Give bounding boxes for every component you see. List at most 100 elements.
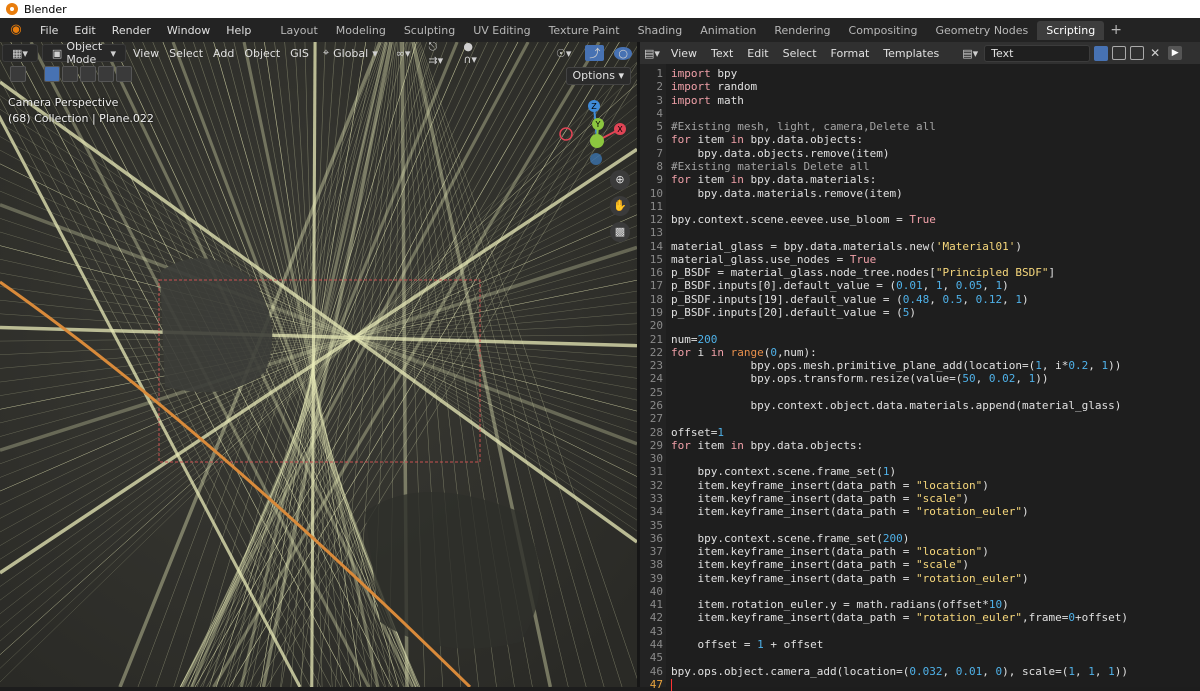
viewport-menu-view[interactable]: View bbox=[128, 44, 164, 62]
code-line[interactable]: 13 bbox=[640, 226, 1200, 239]
text-menu-view[interactable]: View bbox=[664, 47, 704, 60]
code-line[interactable]: 9 for item in bpy.data.materials: bbox=[640, 173, 1200, 186]
gizmo-neg-z-handle[interactable] bbox=[590, 153, 602, 165]
camera-view-icon[interactable]: ▩ bbox=[610, 222, 630, 242]
fake-user-shield-icon[interactable] bbox=[1094, 45, 1109, 61]
code-line[interactable]: 16 p_BSDF = material_glass.node_tree.node… bbox=[640, 266, 1200, 279]
blender-menu-icon[interactable]: ◉ bbox=[8, 22, 24, 38]
tab-animation[interactable]: Animation bbox=[691, 21, 765, 40]
code-line[interactable]: 31 bpy.context.scene.frame_set(1) bbox=[640, 465, 1200, 478]
code-line[interactable]: 30 bbox=[640, 452, 1200, 465]
select-extend-icon[interactable] bbox=[62, 66, 78, 82]
code-line[interactable]: 38 item.keyframe_insert(data_path = "sca… bbox=[640, 558, 1200, 571]
code-area[interactable]: 1 import bpy 2 import random 3 import math 4 5 #… bbox=[640, 64, 1200, 691]
text-browse-icon[interactable]: ▤▾ bbox=[958, 47, 982, 60]
add-workspace-button[interactable]: + bbox=[1104, 22, 1128, 38]
close-icon[interactable]: ✕ bbox=[1150, 46, 1160, 60]
viewport-menu-object[interactable]: Object bbox=[239, 44, 285, 62]
text-editor[interactable]: ▤▾ View Text Edit Select Format Template… bbox=[640, 42, 1200, 691]
tab-rendering[interactable]: Rendering bbox=[765, 21, 839, 40]
code-line[interactable]: 11 bbox=[640, 200, 1200, 213]
viewport-menu-gis[interactable]: GIS bbox=[285, 44, 314, 62]
code-line[interactable]: 25 bbox=[640, 386, 1200, 399]
code-line[interactable]: 37 item.keyframe_insert(data_path = "loc… bbox=[640, 545, 1200, 558]
tab-sculpting[interactable]: Sculpting bbox=[395, 21, 464, 40]
code-line[interactable]: 21 num=200 bbox=[640, 333, 1200, 346]
code-line[interactable]: 41 item.rotation_euler.y = math.radians(… bbox=[640, 598, 1200, 611]
pivot-button[interactable]: ∞▾ bbox=[387, 44, 420, 62]
code-line[interactable]: 12 bpy.context.scene.eevee.use_bloom = Tr… bbox=[640, 213, 1200, 226]
tab-layout[interactable]: Layout bbox=[271, 21, 326, 40]
proportional-edit-button[interactable]: ● ∩▾ bbox=[454, 42, 489, 66]
code-line[interactable]: 8 #Existing materials Delete all bbox=[640, 160, 1200, 173]
gizmo-neg-x-handle[interactable] bbox=[559, 127, 573, 141]
code-line[interactable]: 7 bpy.data.objects.remove(item) bbox=[640, 147, 1200, 160]
viewport-menu-select[interactable]: Select bbox=[164, 44, 208, 62]
zoom-icon[interactable]: ⊕ bbox=[610, 170, 630, 190]
tab-texture-paint[interactable]: Texture Paint bbox=[540, 21, 629, 40]
code-line[interactable]: 27 bbox=[640, 412, 1200, 425]
code-line[interactable]: 43 bbox=[640, 625, 1200, 638]
mode-select[interactable]: ▣ Object Mode ▾ bbox=[41, 42, 126, 66]
code-line[interactable]: 35 bbox=[640, 519, 1200, 532]
text-menu-edit[interactable]: Edit bbox=[740, 47, 775, 60]
menu-file[interactable]: File bbox=[32, 24, 66, 37]
code-line[interactable]: 42 item.keyframe_insert(data_path = "rot… bbox=[640, 611, 1200, 624]
code-line[interactable]: 26 bpy.context.object.data.materials.app… bbox=[640, 399, 1200, 412]
code-line[interactable]: 44 offset = 1 + offset bbox=[640, 638, 1200, 651]
code-line[interactable]: 40 bbox=[640, 585, 1200, 598]
overlay-button[interactable]: ○ bbox=[609, 44, 637, 62]
code-line[interactable]: 19 p_BSDF.inputs[20].default_value = (5) bbox=[640, 306, 1200, 319]
menu-render[interactable]: Render bbox=[104, 24, 159, 37]
editor-type-icon[interactable]: ▤▾ bbox=[640, 47, 664, 60]
code-line[interactable]: 14 material_glass = bpy.data.materials.ne… bbox=[640, 240, 1200, 253]
code-line[interactable]: 22 for i in range(0,num): bbox=[640, 346, 1200, 359]
tab-modeling[interactable]: Modeling bbox=[327, 21, 395, 40]
code-line[interactable]: 2 import random bbox=[640, 80, 1200, 93]
snap-button[interactable]: ⎋ ⇉▾ bbox=[419, 42, 454, 67]
code-line[interactable]: 4 bbox=[640, 107, 1200, 120]
duplicate-text-icon[interactable] bbox=[1112, 46, 1127, 60]
run-script-icon[interactable]: ▶ bbox=[1168, 46, 1183, 60]
tab-shading[interactable]: Shading bbox=[629, 21, 692, 40]
tool-select-icon[interactable] bbox=[10, 66, 26, 82]
editor-type-button[interactable]: ▦▾ bbox=[2, 44, 38, 62]
gizmo-toggle-button[interactable]: ⤴ bbox=[580, 44, 609, 62]
text-menu-select[interactable]: Select bbox=[776, 47, 824, 60]
tab-uv-editing[interactable]: UV Editing bbox=[464, 21, 539, 40]
open-text-icon[interactable] bbox=[1130, 46, 1145, 60]
menu-help[interactable]: Help bbox=[218, 24, 259, 37]
options-dropdown[interactable]: Options ▾ bbox=[565, 67, 631, 85]
viewport-menu-add[interactable]: Add bbox=[208, 44, 239, 62]
text-menu-text[interactable]: Text bbox=[704, 47, 740, 60]
code-line[interactable]: 5 #Existing mesh, light, camera,Delete al… bbox=[640, 120, 1200, 133]
text-menu-templates[interactable]: Templates bbox=[876, 47, 946, 60]
code-line[interactable]: 45 bbox=[640, 651, 1200, 664]
select-intersect-icon[interactable] bbox=[116, 66, 132, 82]
text-menu-format[interactable]: Format bbox=[824, 47, 877, 60]
visibility-button[interactable]: ☉▾ bbox=[547, 44, 580, 62]
code-line[interactable]: 20 bbox=[640, 319, 1200, 332]
code-line[interactable]: 29 for item in bpy.data.objects: bbox=[640, 439, 1200, 452]
code-line[interactable]: 34 item.keyframe_insert(data_path = "rot… bbox=[640, 505, 1200, 518]
code-line[interactable]: 36 bpy.context.scene.frame_set(200) bbox=[640, 532, 1200, 545]
text-datablock-name[interactable]: Text bbox=[984, 44, 1091, 62]
code-line[interactable]: 33 item.keyframe_insert(data_path = "sca… bbox=[640, 492, 1200, 505]
select-subtract-icon[interactable] bbox=[80, 66, 96, 82]
pan-hand-icon[interactable]: ✋ bbox=[610, 196, 630, 216]
code-line[interactable]: 3 import math bbox=[640, 94, 1200, 107]
code-line[interactable]: 17 p_BSDF.inputs[0].default_value = (0.01… bbox=[640, 279, 1200, 292]
tab-compositing[interactable]: Compositing bbox=[840, 21, 927, 40]
code-line[interactable]: 15 material_glass.use_nodes = True bbox=[640, 253, 1200, 266]
code-line[interactable]: 28 offset=1 bbox=[640, 426, 1200, 439]
code-line[interactable]: 6 for item in bpy.data.objects: bbox=[640, 133, 1200, 146]
menu-window[interactable]: Window bbox=[159, 24, 218, 37]
code-line[interactable]: 24 bpy.ops.transform.resize(value=(50, 0… bbox=[640, 372, 1200, 385]
code-line[interactable]: 32 item.keyframe_insert(data_path = "loc… bbox=[640, 479, 1200, 492]
code-line[interactable]: 1 import bpy bbox=[640, 67, 1200, 80]
orientation-select[interactable]: ⌖ Global ▾ bbox=[314, 44, 387, 62]
select-new-icon[interactable] bbox=[44, 66, 60, 82]
3d-viewport[interactable]: ▦▾ ▣ Object Mode ▾ View Select Add Object … bbox=[0, 42, 637, 687]
tab-geometry-nodes[interactable]: Geometry Nodes bbox=[926, 21, 1037, 40]
code-line[interactable]: 47 bbox=[640, 678, 1200, 691]
